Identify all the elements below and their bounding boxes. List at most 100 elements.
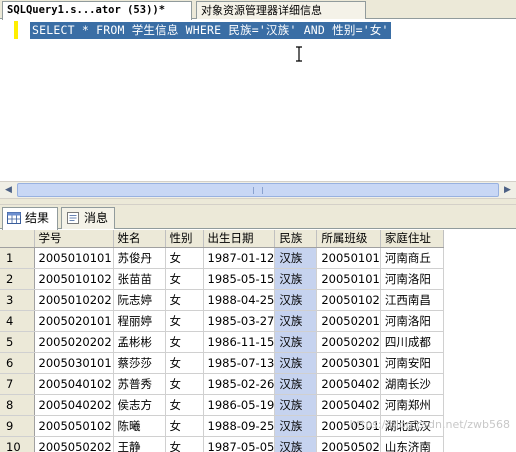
grid-cell[interactable]: 山东济南	[380, 436, 444, 452]
grid-cell[interactable]: 汉族	[274, 268, 318, 290]
table-row[interactable]: 4 2005020101 程丽婷女 1985-03-27 汉族 20050201 河南洛阳	[0, 310, 444, 332]
grid-cell[interactable]: 苏俊丹	[113, 247, 166, 269]
grid-cell[interactable]: 河南商丘	[380, 247, 444, 269]
grid-cell[interactable]: 2005010101	[34, 247, 114, 269]
row-number[interactable]: 3	[0, 289, 35, 311]
tab-object-explorer-details[interactable]: 对象资源管理器详细信息	[196, 1, 366, 19]
grid-cell[interactable]: 20050102	[316, 289, 381, 311]
grid-cell[interactable]: 2005010102	[34, 268, 114, 290]
grid-cell[interactable]: 汉族	[274, 436, 318, 452]
grid-cell[interactable]: 女	[165, 310, 204, 332]
grid-cell[interactable]: 1985-02-26	[203, 373, 276, 395]
grid-cell[interactable]: 20050101	[316, 247, 381, 269]
row-number[interactable]: 8	[0, 394, 35, 416]
grid-cell[interactable]: 蔡莎莎	[113, 352, 166, 374]
row-number[interactable]: 10	[0, 436, 35, 452]
grid-cell[interactable]: 20050402	[316, 394, 381, 416]
grid-cell[interactable]: 苏普秀	[113, 373, 166, 395]
scroll-right-arrow-icon[interactable]: ▶	[500, 183, 515, 198]
grid-cell[interactable]: 张苗苗	[113, 268, 166, 290]
grid-cell[interactable]: 四川成都	[380, 331, 444, 353]
grid-cell[interactable]: 2005020101	[34, 310, 114, 332]
pane-splitter[interactable]	[0, 198, 516, 205]
column-header[interactable]: 所属班级	[316, 230, 381, 248]
grid-cell[interactable]: 河南安阳	[380, 352, 444, 374]
row-number[interactable]: 9	[0, 415, 35, 437]
grid-cell[interactable]: 阮志婷	[113, 289, 166, 311]
grid-cell[interactable]: 20050101	[316, 268, 381, 290]
grid-cell[interactable]: 1985-05-15	[203, 268, 276, 290]
grid-cell[interactable]: 汉族	[274, 415, 318, 437]
grid-cell[interactable]: 20050402	[316, 373, 381, 395]
tab-results[interactable]: 结果	[2, 207, 58, 230]
grid-cell[interactable]: 2005040202	[34, 394, 114, 416]
grid-cell[interactable]: 汉族	[274, 247, 318, 269]
grid-cell[interactable]: 汉族	[274, 289, 318, 311]
grid-cell[interactable]: 20050201	[316, 310, 381, 332]
grid-cell[interactable]: 女	[165, 415, 204, 437]
grid-cell[interactable]: 20050502	[316, 436, 381, 452]
query-text-selected[interactable]: SELECT * FROM 学生信息 WHERE 民族='汉族' AND 性别=…	[30, 22, 391, 39]
row-number[interactable]: 4	[0, 310, 35, 332]
table-row[interactable]: 1 2005010101 苏俊丹女 1987-01-12 汉族 20050101 河南商丘	[0, 247, 444, 269]
row-number[interactable]: 5	[0, 331, 35, 353]
grid-cell[interactable]: 2005050202	[34, 436, 114, 452]
grid-cell[interactable]: 1988-09-25	[203, 415, 276, 437]
grid-cell[interactable]: 河南洛阳	[380, 268, 444, 290]
table-row[interactable]: 10 2005050202 王静女 1987-05-05 汉族 20050502 山东济南	[0, 436, 444, 452]
grid-cell[interactable]: 河南洛阳	[380, 310, 444, 332]
grid-cell[interactable]: 20050202	[316, 331, 381, 353]
corner-cell[interactable]	[0, 230, 35, 248]
tab-messages[interactable]: 消息	[61, 207, 115, 229]
column-header[interactable]: 民族	[274, 230, 318, 248]
grid-cell[interactable]: 女	[165, 331, 204, 353]
grid-cell[interactable]: 河南郑州	[380, 394, 444, 416]
grid-cell[interactable]: 1985-07-13	[203, 352, 276, 374]
column-header[interactable]: 出生日期	[203, 230, 276, 248]
grid-cell[interactable]: 2005040102	[34, 373, 114, 395]
grid-cell[interactable]: 女	[165, 373, 204, 395]
grid-cell[interactable]: 汉族	[274, 310, 318, 332]
row-number[interactable]: 6	[0, 352, 35, 374]
column-header[interactable]: 性别	[165, 230, 204, 248]
column-header[interactable]: 家庭住址	[380, 230, 444, 248]
grid-cell[interactable]: 20050301	[316, 352, 381, 374]
grid-cell[interactable]: 陈曦	[113, 415, 166, 437]
table-row[interactable]: 2 2005010102 张苗苗女 1985-05-15 汉族 20050101 河南洛阳	[0, 268, 444, 290]
grid-cell[interactable]: 1985-03-27	[203, 310, 276, 332]
row-number[interactable]: 1	[0, 247, 35, 269]
grid-cell[interactable]: 女	[165, 289, 204, 311]
grid-cell[interactable]: 2005010202	[34, 289, 114, 311]
grid-cell[interactable]: 2005050102	[34, 415, 114, 437]
grid-cell[interactable]: 女	[165, 394, 204, 416]
row-number[interactable]: 2	[0, 268, 35, 290]
table-row[interactable]: 8 2005040202 侯志方女 1986-05-19 汉族 20050402 河南郑州	[0, 394, 444, 416]
table-row[interactable]: 7 2005040102 苏普秀女 1985-02-26 汉族 20050402 湖南长沙	[0, 373, 444, 395]
grid-cell[interactable]: 王静	[113, 436, 166, 452]
grid-cell[interactable]: 汉族	[274, 373, 318, 395]
grid-cell[interactable]: 汉族	[274, 394, 318, 416]
grid-cell[interactable]: 女	[165, 268, 204, 290]
grid-cell[interactable]: 2005030101	[34, 352, 114, 374]
tab-sqlquery1[interactable]: SQLQuery1.s...ator (53))*	[2, 1, 192, 20]
grid-cell[interactable]: 汉族	[274, 352, 318, 374]
table-row[interactable]: 5 2005020202 孟彬彬女 1986-11-15 汉族 20050202 四川成都	[0, 331, 444, 353]
column-header[interactable]: 学号	[34, 230, 114, 248]
grid-cell[interactable]: 江西南昌	[380, 289, 444, 311]
table-row[interactable]: 6 2005030101 蔡莎莎女 1985-07-13 汉族 20050301 河南安阳	[0, 352, 444, 374]
column-header[interactable]: 姓名	[113, 230, 166, 248]
grid-cell[interactable]: 1988-04-25	[203, 289, 276, 311]
grid-cell[interactable]: 2005020202	[34, 331, 114, 353]
query-editor[interactable]: SELECT * FROM 学生信息 WHERE 民族='汉族' AND 性别=…	[0, 19, 516, 181]
grid-cell[interactable]: 1986-05-19	[203, 394, 276, 416]
grid-cell[interactable]: 1987-05-05	[203, 436, 276, 452]
grid-cell[interactable]: 程丽婷	[113, 310, 166, 332]
table-row[interactable]: 3 2005010202 阮志婷女 1988-04-25 汉族 20050102 江西南昌	[0, 289, 444, 311]
grid-cell[interactable]: 汉族	[274, 331, 318, 353]
grid-cell[interactable]: 孟彬彬	[113, 331, 166, 353]
scrollbar-thumb[interactable]	[17, 183, 499, 197]
grid-cell[interactable]: 侯志方	[113, 394, 166, 416]
editor-horizontal-scrollbar[interactable]: ◀ ▶	[0, 181, 516, 198]
grid-cell[interactable]: 女	[165, 247, 204, 269]
scroll-left-arrow-icon[interactable]: ◀	[1, 183, 16, 198]
